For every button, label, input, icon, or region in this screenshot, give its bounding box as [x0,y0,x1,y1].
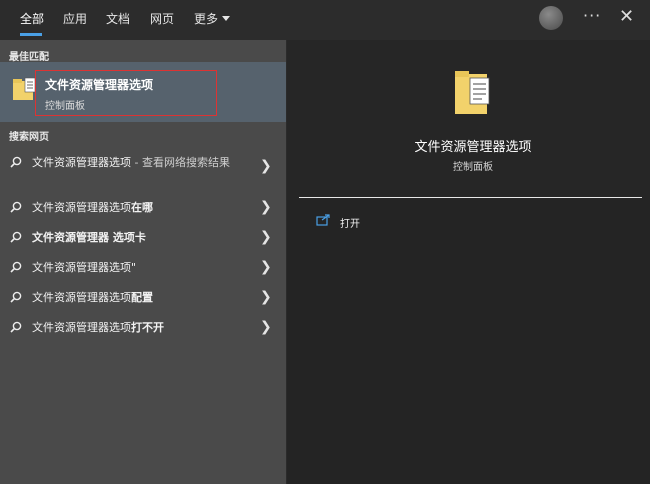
result-text-bold: 文件资源管理器 选项卡 [32,231,146,244]
web-result-text: 文件资源管理器选项" [32,260,250,276]
search-icon [10,291,22,303]
web-result-item[interactable]: 文件资源管理器选项 - 查看网络搜索结果 ❯ [0,150,286,192]
chevron-right-icon: ❯ [260,158,272,174]
search-top-bar: 全部 应用 文档 网页 更多 ··· ✕ [0,0,650,40]
result-text-main: 文件资源管理器选项 [32,201,131,214]
best-match-subtitle: 控制面板 [45,101,85,112]
open-action-button[interactable]: 打开 [340,215,360,230]
active-tab-indicator [20,33,42,36]
results-panel: 最佳匹配 文件资源管理器选项 控制面板 搜索网页 文件资源管理器选项 - 查看网… [0,40,286,484]
chevron-right-icon: ❯ [260,229,272,245]
tab-more-label: 更多 [194,12,219,26]
preview-title: 文件资源管理器选项 [414,140,532,155]
web-result-item[interactable]: 文件资源管理器选项配置 ❯ [0,285,286,313]
tab-web[interactable]: 网页 [150,10,174,27]
chevron-right-icon: ❯ [260,289,272,305]
web-result-item[interactable]: 文件资源管理器选项" ❯ [0,255,286,283]
web-result-text: 文件资源管理器选项配置 [32,290,250,306]
close-button[interactable]: ✕ [619,6,634,27]
result-text-main: 文件资源管理器选项" [32,261,137,274]
web-result-item[interactable]: 文件资源管理器选项在哪 ❯ [0,195,286,223]
tab-apps[interactable]: 应用 [63,10,87,27]
web-result-text: 文件资源管理器 选项卡 [32,230,250,246]
preview-header [287,40,650,200]
search-icon [10,261,22,273]
chevron-right-icon: ❯ [260,259,272,275]
best-match-header: 最佳匹配 [9,52,49,63]
more-options-button[interactable]: ··· [583,6,601,25]
result-text-bold: 配置 [131,291,153,304]
web-search-header: 搜索网页 [9,132,49,143]
tab-more[interactable]: 更多 [194,10,231,27]
folder-options-icon [13,77,36,100]
tab-documents[interactable]: 文档 [106,10,130,27]
search-icon [10,231,22,243]
avatar[interactable] [539,6,563,30]
chevron-right-icon: ❯ [260,319,272,335]
web-result-item[interactable]: 文件资源管理器 选项卡 ❯ [0,225,286,253]
web-result-item[interactable]: 文件资源管理器选项打不开 ❯ [0,315,286,343]
result-text-bold: 打不开 [131,321,164,334]
web-result-text: 文件资源管理器选项打不开 [32,320,250,336]
best-match-title: 文件资源管理器选项 [45,78,154,92]
result-text-main: 文件资源管理器选项 [32,321,131,334]
result-text-bold: 在哪 [131,201,153,214]
result-text-suffix: - 查看网络搜索结果 [131,156,230,169]
web-result-text: 文件资源管理器选项 - 查看网络搜索结果 [32,155,250,171]
best-match-item[interactable]: 文件资源管理器选项 控制面板 [0,62,286,122]
folder-options-icon [455,71,490,114]
chevron-down-icon [222,16,231,21]
search-icon [10,156,22,168]
open-icon [316,214,330,226]
search-icon [10,201,22,213]
result-text-main: 文件资源管理器选项 [32,291,131,304]
preview-subtitle: 控制面板 [453,162,493,173]
search-icon [10,321,22,333]
web-result-text: 文件资源管理器选项在哪 [32,200,250,216]
tab-all[interactable]: 全部 [20,10,44,27]
result-text-main: 文件资源管理器选项 [32,156,131,169]
divider [299,197,642,198]
chevron-right-icon: ❯ [260,199,272,215]
